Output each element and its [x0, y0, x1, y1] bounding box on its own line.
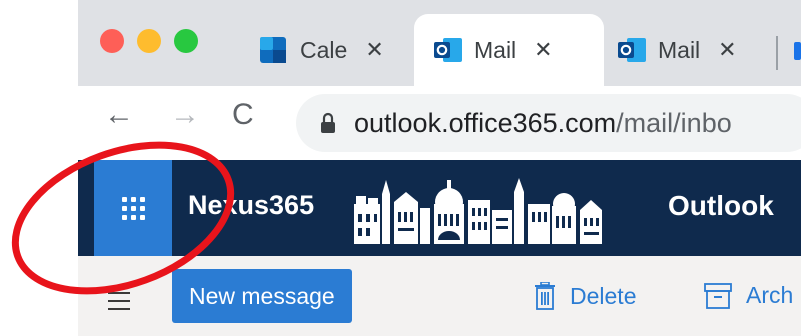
- url-path: /mail/inbo: [616, 107, 732, 138]
- skyline-logo-icon: [354, 178, 602, 244]
- archive-label: Arch: [746, 282, 794, 308]
- calendar-icon: [260, 37, 286, 63]
- address-bar[interactable]: outlook.office365.com/mail/inbo: [296, 94, 801, 152]
- brand-name[interactable]: Nexus365: [188, 190, 314, 221]
- delete-label: Delete: [570, 282, 637, 309]
- archive-icon: [704, 282, 732, 309]
- forward-button[interactable]: →: [170, 98, 200, 132]
- tab-calendar-label: Cale: [300, 36, 348, 63]
- new-message-button[interactable]: New message: [172, 269, 352, 323]
- outlook-icon: [618, 37, 646, 63]
- tab-mail-close-icon[interactable]: ✕: [534, 37, 552, 63]
- browser-window: Cale ✕ Mail ✕ Mail ✕ ← → C outlook.offic…: [78, 0, 801, 336]
- tab-calendar[interactable]: Cale ✕: [260, 14, 410, 86]
- tab-mail-2[interactable]: Mail ✕: [618, 14, 768, 86]
- back-button[interactable]: ←: [104, 98, 134, 132]
- lock-icon: [320, 112, 336, 134]
- command-bar: New message Delete Arch: [78, 256, 801, 336]
- browser-toolbar: ← → C outlook.office365.com/mail/inbo: [78, 86, 801, 160]
- waffle-icon: [121, 196, 145, 220]
- tab-separator: [776, 36, 778, 70]
- app-launcher-button[interactable]: [94, 160, 172, 256]
- maximize-window-button[interactable]: [174, 29, 198, 53]
- hamburger-menu-icon[interactable]: [108, 292, 130, 316]
- minimize-window-button[interactable]: [137, 29, 161, 53]
- tab-mail-2-close-icon[interactable]: ✕: [718, 37, 736, 63]
- outlook-header: Nexus365 Outlook: [78, 160, 801, 256]
- delete-button[interactable]: Delete: [534, 282, 636, 310]
- product-name[interactable]: Outlook: [668, 190, 774, 222]
- url-host: outlook.office365.com: [354, 107, 617, 138]
- tab-calendar-close-icon[interactable]: ✕: [365, 37, 383, 63]
- reload-button[interactable]: C: [232, 98, 254, 132]
- tab-mail-2-label: Mail: [658, 36, 701, 63]
- next-tab-icon[interactable]: [794, 42, 801, 60]
- tab-mail-label: Mail: [474, 36, 517, 63]
- trash-icon: [535, 282, 555, 310]
- close-window-button[interactable]: [100, 29, 124, 53]
- outlook-icon: [434, 37, 462, 63]
- url-text: outlook.office365.com/mail/inbo: [354, 108, 732, 139]
- archive-button[interactable]: Arch: [704, 282, 793, 309]
- tab-strip: Cale ✕ Mail ✕ Mail ✕: [78, 0, 801, 86]
- tab-mail-active[interactable]: Mail ✕: [414, 14, 604, 86]
